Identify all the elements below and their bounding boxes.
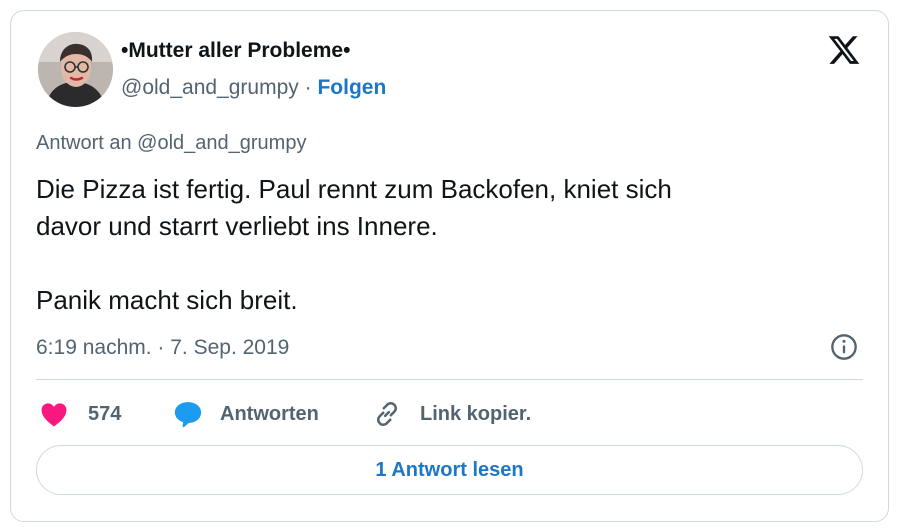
heart-icon [41, 403, 67, 427]
reply-button[interactable]: Antworten [173, 400, 319, 428]
reply-label: Antworten [220, 402, 319, 425]
avatar[interactable] [38, 32, 113, 107]
tweet-text-line: davor und starrt verliebt ins Innere. [36, 211, 438, 241]
like-button[interactable]: 574 [39, 400, 121, 428]
speech-bubble-icon [174, 402, 202, 428]
like-count: 574 [88, 402, 122, 425]
author-display-name[interactable]: •Mutter aller Probleme• [121, 39, 350, 63]
author-handle[interactable]: @old_and_grumpy [121, 76, 299, 99]
timestamp-link[interactable]: 6:19 nachm. · 7. Sep. 2019 [36, 336, 289, 360]
x-logo-icon[interactable] [826, 33, 862, 67]
tweet-text-line: Die Pizza ist fertig. Paul rennt zum Bac… [36, 174, 672, 204]
avatar-photo [38, 32, 113, 107]
copy-link-button[interactable]: Link kopier. [372, 400, 531, 428]
read-replies-button[interactable]: 1 Antwort lesen [36, 445, 863, 495]
link-icon [377, 402, 397, 426]
divider [36, 379, 863, 380]
tweet-text-line: Panik macht sich breit. [36, 285, 298, 315]
reply-to-label[interactable]: Antwort an @old_and_grumpy [36, 132, 306, 155]
info-icon[interactable] [830, 333, 858, 361]
follow-button[interactable]: Folgen [317, 76, 386, 99]
separator-dot: · [304, 76, 312, 99]
tweet-card: •Mutter aller Probleme• @old_and_grumpy … [10, 10, 889, 522]
tweet-text: Die Pizza ist fertig. Paul rennt zum Bac… [36, 171, 856, 319]
copy-link-label: Link kopier. [420, 402, 532, 425]
author-line: @old_and_grumpy · Folgen [121, 76, 386, 100]
